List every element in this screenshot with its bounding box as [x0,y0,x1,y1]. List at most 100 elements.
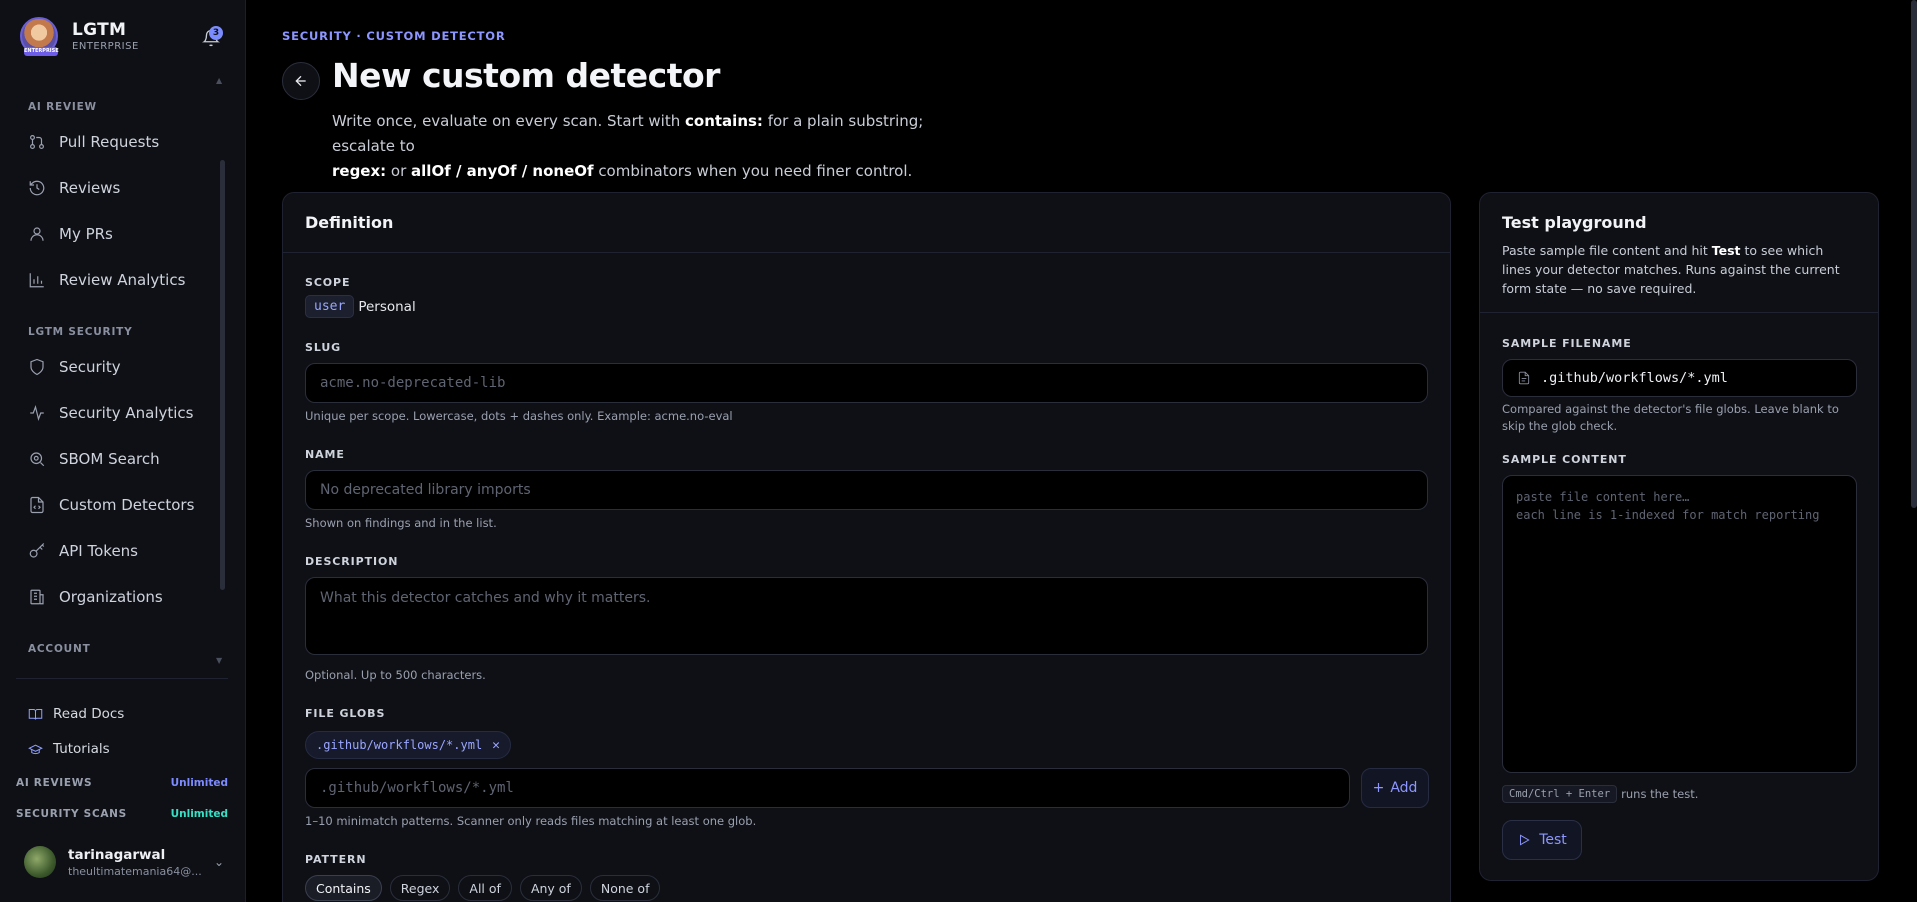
file-globs-hint: 1–10 minimatch patterns. Scanner only re… [305,814,757,828]
graduation-cap-icon [28,744,43,754]
description-textarea[interactable]: What this detector catches and why it ma… [305,577,1428,655]
brand-subtitle: ENTERPRISE [72,41,139,52]
breadcrumb: SECURITY · CUSTOM DETECTOR [282,29,506,43]
pattern-option-all-of[interactable]: All of [458,875,512,901]
sample-filename-input[interactable]: .github/workflows/*.yml [1502,359,1857,397]
sample-filename-hint: Compared against the detector's file glo… [1502,402,1839,433]
sidebar-item-review-analytics[interactable]: Review Analytics [28,265,218,295]
sidebar-item-label: Reviews [59,179,121,197]
pattern-option-regex[interactable]: Regex [389,875,451,901]
sidebar-item-label: Security [59,358,121,376]
desc-text: Write once, evaluate on every scan. Star… [332,112,686,130]
description-label: DESCRIPTION [305,555,399,568]
sidebar-item-label: API Tokens [59,542,138,560]
sidebar-item-label: My PRs [59,225,113,243]
keyboard-hint: Cmd/Ctrl + Enter runs the test. [1502,785,1698,803]
desc-keyword-test: Test [1711,243,1741,258]
bar-chart-icon [29,273,44,288]
history-icon [29,180,45,196]
pattern-label: PATTERN [305,853,367,866]
quota-value: Unlimited [170,808,228,820]
quota-label: SECURITY SCANS [16,808,127,820]
sidebar-item-label: SBOM Search [59,450,160,468]
brand-name: LGTM [72,20,127,40]
description-hint: Optional. Up to 500 characters. [305,668,486,682]
sidebar-item-label: Organizations [59,588,163,606]
glob-input[interactable]: .github/workflows/*.yml [305,768,1350,808]
scroll-up-icon[interactable]: ▲ [216,76,222,85]
chevron-down-icon[interactable]: ⌄ [214,855,224,869]
slug-input[interactable]: acme.no-deprecated-lib [305,363,1428,403]
sidebar-item-custom-detectors[interactable]: Custom Detectors [28,490,218,520]
scope-chip: user [305,295,355,318]
definition-title: Definition [283,193,1450,253]
desc-text: combinators when you need finer control. [593,162,913,180]
sidebar-item-api-tokens[interactable]: API Tokens [28,536,218,566]
pattern-option-none-of[interactable]: None of [589,875,661,901]
sidebar-item-organizations[interactable]: Organizations [28,582,218,612]
desc-text: Paste sample file content and hit [1502,243,1712,258]
sidebar-item-my-prs[interactable]: My PRs [28,219,218,249]
slug-hint: Unique per scope. Lowercase, dots + dash… [305,409,733,423]
sample-content-label: SAMPLE CONTENT [1502,453,1627,466]
name-input[interactable]: No deprecated library imports [305,470,1428,510]
quota-value: Unlimited [170,777,228,789]
name-label: NAME [305,448,345,461]
definition-card: Definition SCOPE user Personal SLUG acme… [282,192,1451,902]
file-globs-label: FILE GLOBS [305,707,386,720]
page-description: Write once, evaluate on every scan. Star… [332,109,972,184]
back-button[interactable] [282,62,320,100]
user-email: theultimatemania64@... [68,864,202,878]
sidebar-item-security[interactable]: Security [28,352,218,382]
quota-security-scans: SECURITY SCANS Unlimited [16,808,228,820]
book-icon [28,708,43,720]
test-button[interactable]: Test [1502,820,1582,860]
desc-keyword-contains: contains: [685,112,763,130]
avatar [24,846,56,878]
keyboard-hint-text: runs the test. [1621,787,1699,801]
plus-icon: + [1372,780,1385,796]
pull-request-icon [30,135,44,149]
glob-chip[interactable]: .github/workflows/*.yml ✕ [305,731,511,759]
sidebar-item-sbom-search[interactable]: SBOM Search [28,444,218,474]
pattern-option-any-of[interactable]: Any of [519,875,582,901]
sidebar-item-security-analytics[interactable]: Security Analytics [28,398,218,428]
test-button-label: Test [1539,832,1567,848]
sidebar-item-pull-requests[interactable]: Pull Requests [28,127,218,157]
logo-badge: ENTERPRISE [24,47,59,56]
sample-filename-value: .github/workflows/*.yml [1541,370,1728,386]
scroll-down-icon[interactable]: ▼ [216,656,222,665]
sidebar-item-reviews[interactable]: Reviews [28,173,218,203]
sample-content-textarea[interactable]: paste file content here… each line is 1-… [1502,475,1857,773]
sidebar-scrollbar[interactable] [220,160,225,590]
glob-chip-label: .github/workflows/*.yml [316,738,483,752]
desc-keyword-combinators: allOf / anyOf / noneOf [411,162,594,180]
slug-label: SLUG [305,341,342,354]
page-scrollbar[interactable] [1911,0,1917,508]
sidebar: ENTERPRISE LGTM ENTERPRISE 3 ▲ AI REVIEW… [0,0,246,902]
section-lgtm-security: LGTM SECURITY [28,326,133,338]
search-icon [30,452,45,467]
tutorials-link[interactable]: Tutorials [28,741,110,757]
user-name: tarinagarwal [68,846,166,863]
scope-row: user Personal [305,295,416,318]
brand[interactable]: ENTERPRISE LGTM ENTERPRISE [20,17,139,56]
sidebar-item-label: Pull Requests [59,133,160,151]
add-glob-button[interactable]: + Add [1361,768,1429,808]
sidebar-item-label: Review Analytics [59,271,186,289]
pattern-option-contains[interactable]: Contains [305,875,382,901]
sidebar-item-label: Security Analytics [59,404,194,422]
user-menu[interactable]: tarinagarwal theultimatemania64@... ⌄ [24,846,224,878]
brand-logo: ENTERPRISE [20,17,59,56]
read-docs-link[interactable]: Read Docs [28,706,124,722]
page-title: New custom detector [332,56,720,95]
name-hint: Shown on findings and in the list. [305,516,497,530]
quota-ai-reviews: AI REVIEWS Unlimited [16,777,228,789]
shield-icon [30,358,44,376]
placeholder-line: paste file content here… [1516,490,1690,504]
sidebar-divider [16,678,228,679]
close-icon[interactable]: ✕ [492,738,500,753]
desc-keyword-regex: regex: [332,162,387,180]
activity-icon [30,404,44,422]
play-icon [1520,834,1530,846]
